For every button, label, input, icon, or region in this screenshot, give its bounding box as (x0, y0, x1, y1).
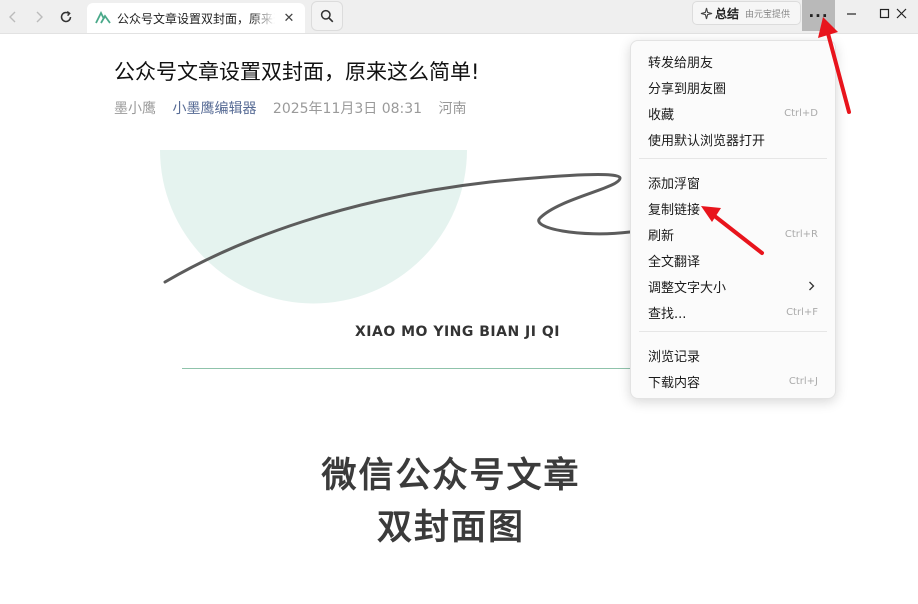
more-options-menu: 转发给朋友 分享到朋友圈 收藏 Ctrl+D 使用默认浏览器打开 添加浮窗 复制… (630, 40, 836, 399)
publish-datetime: 2025年11月3日 08:31 (272, 101, 423, 117)
menu-item-copy-link[interactable]: 复制链接 (631, 195, 835, 221)
active-tab[interactable]: 公众号文章设置双封面，原来这么简单 ✕ (87, 3, 305, 33)
article-hero-heading: 微信公众号文章 双封面图 (309, 450, 593, 554)
account-name-link[interactable]: 小墨鹰编辑器 (172, 101, 256, 117)
close-tab-icon[interactable]: ✕ (281, 10, 297, 26)
menu-item-history[interactable]: 浏览记录 (631, 342, 835, 368)
refresh-icon[interactable] (54, 5, 78, 29)
cover-caption: XIAO MO YING BIAN JI QI (355, 324, 560, 340)
menu-item-forward-to-friend[interactable]: 转发给朋友 (631, 48, 835, 74)
more-menu-button[interactable]: ··· (802, 0, 835, 31)
search-icon (320, 9, 334, 23)
forward-icon[interactable] (27, 5, 51, 29)
article-meta: 墨小鹰 小墨鹰编辑器 2025年11月3日 08:31 河南 (114, 98, 479, 118)
more-icon: ··· (808, 6, 829, 25)
cover-illustration (160, 150, 630, 304)
menu-item-downloads[interactable]: 下载内容 Ctrl+J (631, 368, 835, 394)
tab-title: 公众号文章设置双封面，原来这么简单 (117, 11, 275, 26)
menu-item-favorite[interactable]: 收藏 Ctrl+D (631, 100, 835, 126)
menu-separator (639, 331, 827, 332)
publish-location: 河南 (438, 101, 467, 117)
menu-item-share-to-moments[interactable]: 分享到朋友圈 (631, 74, 835, 100)
back-icon[interactable] (1, 5, 25, 29)
wechat-article-favicon-icon (95, 10, 111, 26)
cover-half-circle (160, 150, 467, 304)
menu-item-translate-full-text[interactable]: 全文翻译 (631, 247, 835, 273)
summary-provider: 由元宝提供 (745, 9, 791, 20)
menu-item-refresh[interactable]: 刷新 Ctrl+R (631, 221, 835, 247)
summary-label: 总结 (715, 6, 740, 21)
menu-separator (639, 158, 827, 159)
menu-item-add-floating-window[interactable]: 添加浮窗 (631, 169, 835, 195)
hero-heading-line-2: 双封面图 (376, 508, 525, 548)
author-name: 墨小鹰 (114, 101, 156, 117)
close-window-icon[interactable] (885, 0, 918, 26)
summary-button[interactable]: 总结 由元宝提供 (692, 1, 801, 25)
menu-item-adjust-text-size[interactable]: 调整文字大小 (631, 273, 835, 299)
menu-item-open-in-default-browser[interactable]: 使用默认浏览器打开 (631, 126, 835, 152)
search-button[interactable] (311, 1, 343, 31)
browser-toolbar: 公众号文章设置双封面，原来这么简单 ✕ 总结 由元宝提供 ··· (0, 0, 918, 34)
cover-divider (182, 368, 632, 369)
hero-heading-line-1: 微信公众号文章 (321, 456, 581, 496)
minimize-icon[interactable] (835, 0, 868, 26)
article-title: 公众号文章设置双封面，原来这么简单! (114, 60, 480, 84)
chevron-right-icon (808, 281, 815, 291)
sparkle-icon (700, 7, 713, 20)
menu-item-find[interactable]: 查找... Ctrl+F (631, 299, 835, 325)
